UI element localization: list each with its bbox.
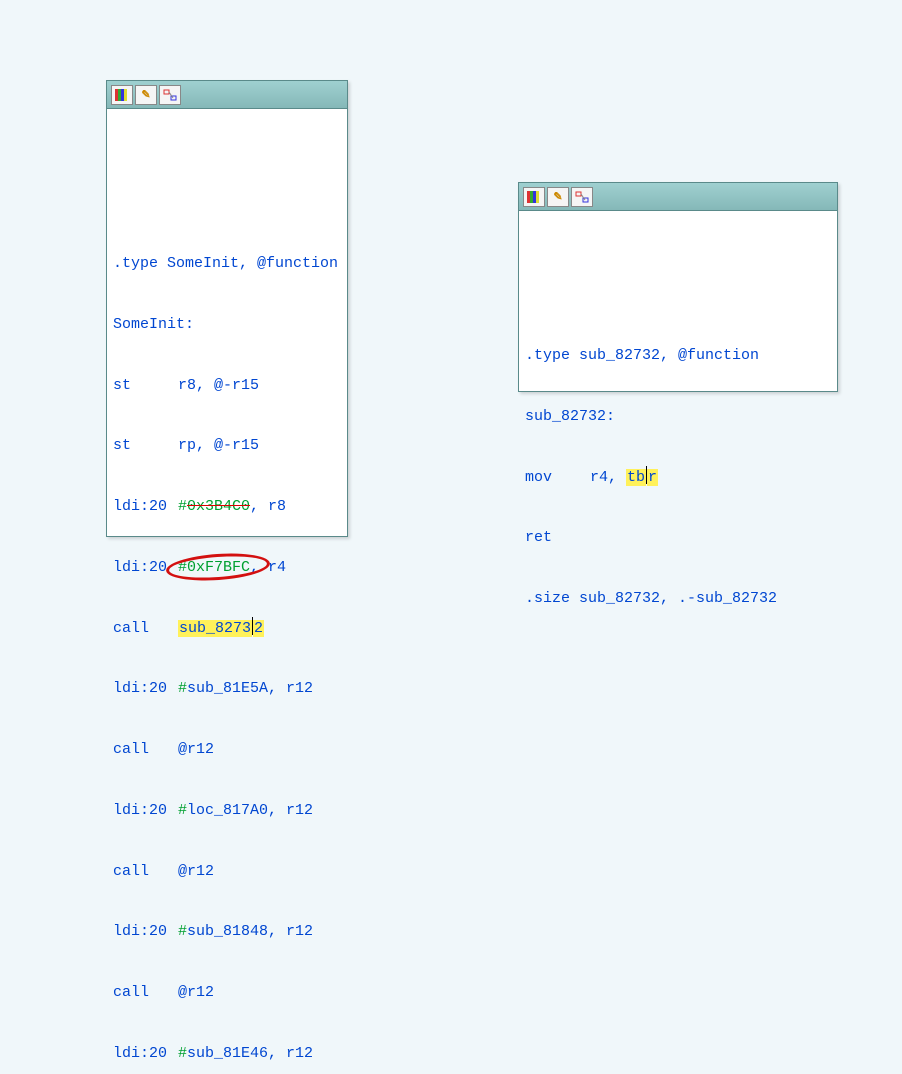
color-bar-icon[interactable] (523, 187, 545, 207)
color-bar-icon[interactable] (111, 85, 133, 105)
size-directive: .size (525, 590, 579, 607)
disassembly-window-left: ✎ .type SomeInit, @function SomeInit: st… (106, 80, 348, 537)
operands: , r12 (268, 680, 313, 697)
operands: r8, @-r15 (178, 377, 259, 394)
operand-r4: r4, (590, 469, 626, 486)
loc-ref[interactable]: loc_817A0 (187, 802, 268, 819)
edit-icon[interactable]: ✎ (135, 85, 157, 105)
operands: , r12 (268, 923, 313, 940)
sub-ref[interactable]: sub_81E5A (187, 680, 268, 697)
sub-ref[interactable]: sub_81E46 (187, 1045, 268, 1062)
operands: , r12 (268, 802, 313, 819)
size-sym2: sub_82732 (696, 590, 777, 607)
operands: rp, @-r15 (178, 437, 259, 454)
operands: @r12 (178, 984, 214, 1001)
type-directive: .type (525, 347, 579, 364)
disassembly-window-right: ✎ .type sub_82732, @function sub_82732: … (518, 182, 838, 392)
operands: , r8 (250, 498, 286, 515)
mnemonic-call: call (113, 619, 178, 639)
label-someinit: SomeInit: (113, 316, 194, 333)
text-cursor (252, 617, 253, 635)
mnemonic-ldi: ldi:20 (113, 801, 178, 821)
highlighted-tbr-pre: tb (626, 469, 646, 486)
mnemonic-call: call (113, 862, 178, 882)
mnemonic-st: st (113, 436, 178, 456)
mnemonic-ldi: ldi:20 (113, 922, 178, 942)
text-cursor (646, 466, 647, 484)
graph-icon[interactable] (159, 85, 181, 105)
graph-icon[interactable] (571, 187, 593, 207)
type-kind: , @function (660, 347, 759, 364)
mnemonic-ldi: ldi:20 (113, 1044, 178, 1064)
operands: , r4 (250, 559, 286, 576)
titlebar-right: ✎ (519, 183, 837, 211)
mnemonic-ldi: ldi:20 (113, 558, 178, 578)
mnemonic-ldi: ldi:20 (113, 679, 178, 699)
hex-value-highlighted: 0xF7BFC (187, 559, 250, 576)
hash: # (178, 498, 187, 515)
edit-icon[interactable]: ✎ (547, 187, 569, 207)
hash: # (178, 802, 187, 819)
operands: @r12 (178, 863, 214, 880)
operands: , r12 (268, 1045, 313, 1062)
disassembly-content-left[interactable]: .type SomeInit, @function SomeInit: str8… (107, 109, 347, 1074)
mnemonic-ldi: ldi:20 (113, 497, 178, 517)
hash: # (178, 923, 187, 940)
label-sub82732: sub_82732: (525, 408, 615, 425)
disassembly-content-right[interactable]: .type sub_82732, @function sub_82732: mo… (519, 211, 837, 654)
mnemonic-mov: mov (525, 468, 590, 488)
size-mid: , .- (660, 590, 696, 607)
func-name: sub_82732 (579, 347, 660, 364)
sub-ref[interactable]: sub_81848 (187, 923, 268, 940)
hash: # (178, 1045, 187, 1062)
hash: # (178, 680, 187, 697)
type-directive: .type (113, 255, 167, 272)
highlighted-tbr-post: r (647, 469, 658, 486)
type-kind: , @function (239, 255, 338, 272)
highlighted-rest: 2 (253, 620, 264, 637)
highlighted-call-target[interactable]: sub_8273 (178, 620, 252, 637)
hex-value-struck: 0x3B4C0 (187, 498, 250, 515)
mnemonic-st: st (113, 376, 178, 396)
func-name: SomeInit (167, 255, 239, 272)
titlebar-left: ✎ (107, 81, 347, 109)
size-sym: sub_82732 (579, 590, 660, 607)
mnemonic-ret: ret (525, 528, 590, 548)
operands: @r12 (178, 741, 214, 758)
mnemonic-call: call (113, 983, 178, 1003)
hash: # (178, 559, 187, 576)
mnemonic-call: call (113, 740, 178, 760)
